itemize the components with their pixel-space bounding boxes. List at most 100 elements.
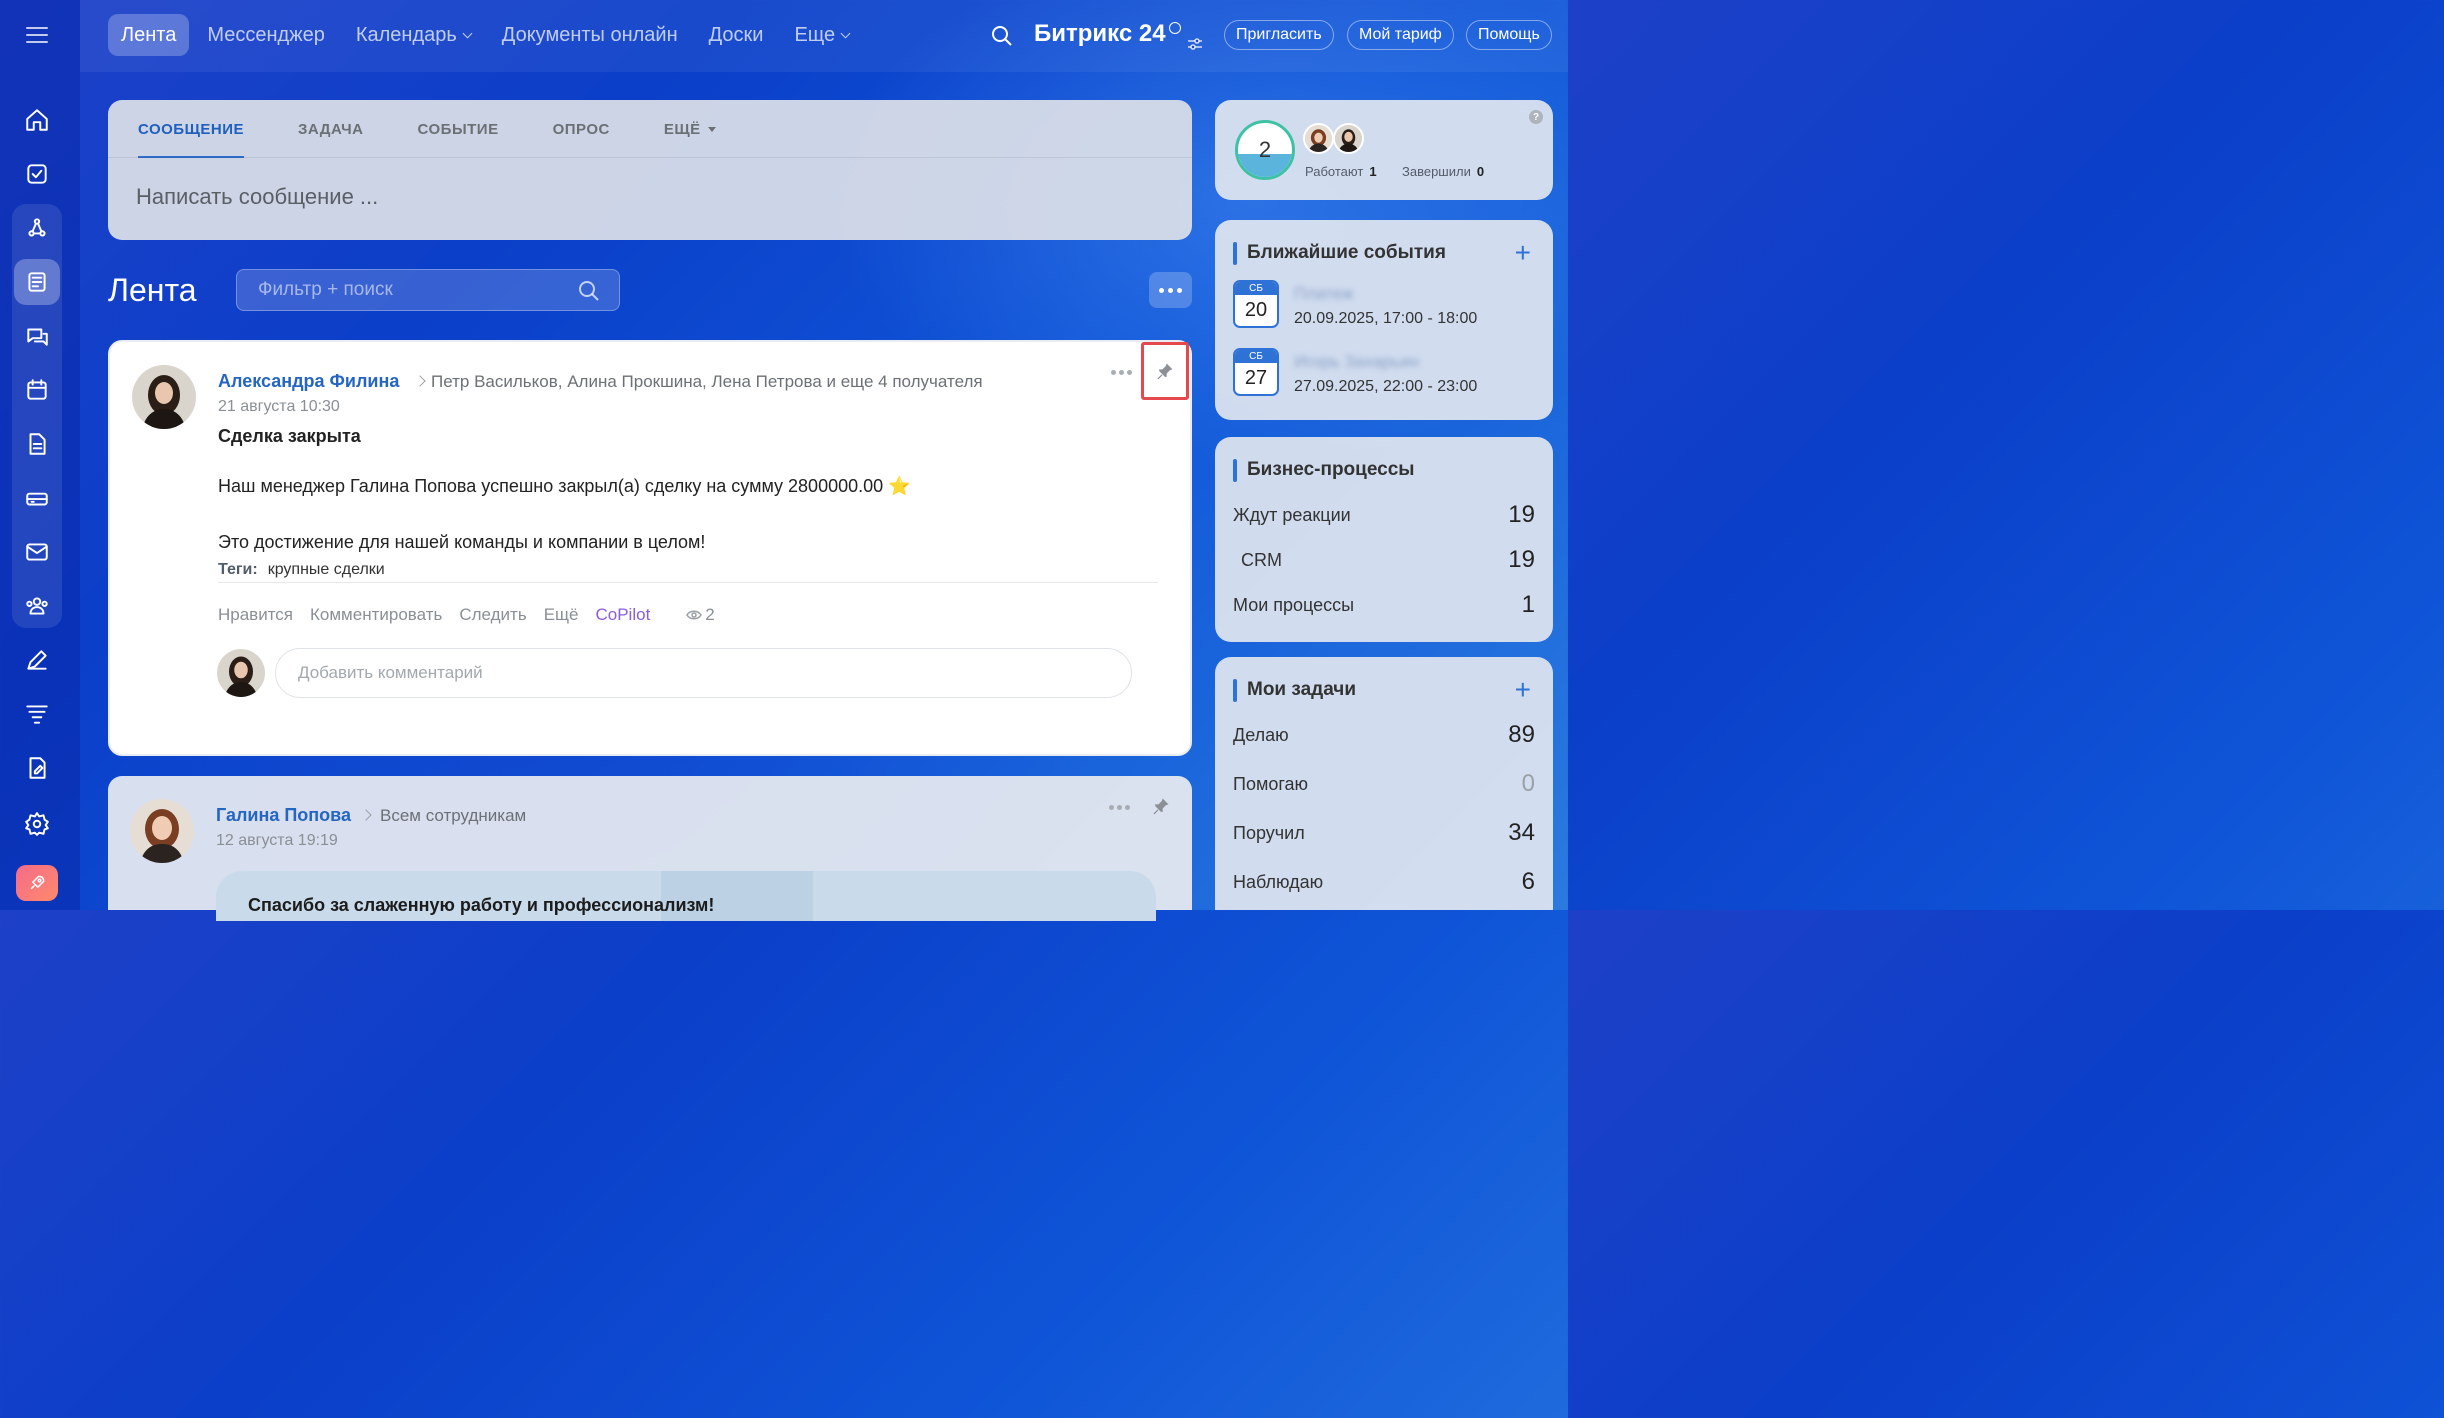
divider (108, 157, 1192, 158)
tags-label: Теги: (218, 561, 258, 578)
upcoming-events-widget: Ближайшие события + СБ 20 Платеж 20.09.2… (1215, 220, 1553, 420)
nav-more[interactable]: Еще (781, 14, 862, 56)
post-date[interactable]: 21 августа 10:30 (218, 398, 340, 416)
bp-row[interactable]: CRM 19 (1241, 546, 1535, 574)
chevron-right-icon (414, 375, 426, 387)
post-composer: СООБЩЕНИЕ ЗАДАЧА СОБЫТИЕ ОПРОС ЕЩЁ Напис… (108, 100, 1192, 240)
avatar[interactable] (1303, 123, 1334, 154)
nav-boards[interactable]: Доски (696, 14, 777, 56)
eye-icon (686, 610, 703, 620)
tab-more[interactable]: ЕЩЁ (664, 100, 716, 158)
mail-icon[interactable] (14, 529, 60, 575)
event-title[interactable]: Игорь Захарьин (1294, 352, 1419, 372)
add-event-button[interactable]: + (1515, 239, 1531, 267)
settings-icon[interactable] (14, 801, 60, 847)
done-count[interactable]: Завершили 0 (1402, 164, 1484, 179)
search-icon[interactable] (990, 24, 1014, 48)
top-bar: Лента Мессенджер Календарь Документы онл… (80, 0, 1568, 72)
brand-logo[interactable]: Битрикс 24 (1034, 20, 1203, 50)
widget-title[interactable]: Ближайшие события (1233, 242, 1446, 265)
working-count[interactable]: Работают 1 (1305, 164, 1377, 179)
filter-search-input[interactable]: Фильтр + поиск (236, 269, 620, 311)
documents-icon[interactable] (14, 421, 60, 467)
menu-toggle-icon[interactable] (26, 24, 48, 46)
post-author[interactable]: Александра Филина (218, 371, 399, 392)
post-recipients[interactable]: Петр Васильков, Алина Прокшина, Лена Пет… (431, 372, 983, 392)
banner-text: Спасибо за слаженную работу и профессион… (248, 895, 715, 915)
nav-documents[interactable]: Документы онлайн (489, 14, 691, 56)
event-title[interactable]: Платеж (1294, 284, 1353, 304)
more-actions-button[interactable]: Ещё (544, 605, 579, 625)
like-button[interactable]: Нравится (218, 605, 293, 625)
main-nav: Лента Мессенджер Календарь Документы онл… (108, 14, 867, 56)
nav-feed[interactable]: Лента (108, 14, 190, 56)
messenger-icon[interactable] (14, 313, 60, 359)
post-recipients[interactable]: Всем сотрудникам (380, 806, 526, 826)
home-icon[interactable] (14, 97, 60, 143)
tasks-icon[interactable] (14, 151, 60, 197)
invite-button[interactable]: Пригласить (1224, 20, 1334, 50)
sign-icon[interactable] (14, 637, 60, 683)
tab-event[interactable]: СОБЫТИЕ (418, 100, 499, 158)
settings-tune-icon[interactable] (1187, 30, 1203, 50)
employees-icon[interactable] (14, 583, 60, 629)
tariff-button[interactable]: Мой тариф (1347, 20, 1454, 50)
comment-input[interactable]: Добавить комментарий (275, 648, 1132, 698)
event-time: 27.09.2025, 22:00 - 23:00 (1294, 378, 1478, 395)
rocket-icon[interactable] (16, 865, 58, 901)
bp-row[interactable]: Ждут реакции 19 (1233, 501, 1535, 529)
task-row[interactable]: Делаю 89 (1233, 721, 1535, 749)
post-author[interactable]: Галина Попова (216, 805, 351, 826)
pin-icon[interactable] (1151, 796, 1171, 821)
tab-task[interactable]: ЗАДАЧА (298, 100, 364, 158)
tab-poll[interactable]: ОПРОС (553, 100, 610, 158)
calendar-date-icon: СБ 27 (1233, 348, 1279, 396)
widget-title[interactable]: Мои задачи (1233, 679, 1356, 702)
task-row[interactable]: Наблюдаю 6 (1233, 868, 1535, 896)
edit-doc-icon[interactable] (14, 745, 60, 791)
post-tags: Теги: крупные сделки (218, 561, 385, 579)
post-banner: Спасибо за слаженную работу и профессион… (216, 871, 1156, 921)
views-count[interactable]: 2 (686, 605, 715, 625)
nav-messenger[interactable]: Мессенджер (194, 14, 337, 56)
copilot-button[interactable]: CoPilot (595, 605, 650, 625)
avatar[interactable] (1333, 123, 1364, 154)
help-button[interactable]: Помощь (1466, 20, 1552, 50)
nav-calendar[interactable]: Календарь (343, 14, 484, 56)
feed-post: Галина Попова Всем сотрудникам 12 август… (108, 776, 1192, 921)
post-menu-button[interactable] (1111, 370, 1132, 375)
calendar-icon[interactable] (14, 367, 60, 413)
tag-link[interactable]: крупные сделки (268, 561, 385, 578)
post-date[interactable]: 12 августа 19:19 (216, 832, 338, 850)
feed-post: Александра Филина Петр Васильков, Алина … (108, 340, 1192, 756)
add-task-button[interactable]: + (1515, 676, 1531, 704)
filter-placeholder: Фильтр + поиск (258, 279, 393, 300)
comment-button[interactable]: Комментировать (310, 605, 442, 625)
avatar[interactable] (132, 365, 196, 429)
status-ring[interactable]: 2 (1235, 120, 1295, 180)
task-row[interactable]: Помогаю 0 (1233, 770, 1535, 798)
bp-row[interactable]: Мои процессы 1 (1233, 591, 1535, 619)
drive-icon[interactable] (14, 475, 60, 521)
help-icon[interactable]: ? (1529, 110, 1543, 124)
chevron-right-icon (360, 809, 372, 821)
tab-message[interactable]: СООБЩЕНИЕ (138, 100, 244, 158)
funnel-icon[interactable] (14, 691, 60, 737)
composer-tabs: СООБЩЕНИЕ ЗАДАЧА СОБЫТИЕ ОПРОС ЕЩЁ (138, 100, 716, 158)
message-input[interactable]: Написать сообщение ... (136, 184, 378, 210)
widget-title[interactable]: Бизнес-процессы (1233, 459, 1415, 482)
avatar (217, 649, 265, 697)
event-time: 20.09.2025, 17:00 - 18:00 (1294, 310, 1478, 327)
avatar[interactable] (130, 799, 194, 863)
post-menu-button[interactable] (1109, 805, 1130, 810)
follow-button[interactable]: Следить (459, 605, 526, 625)
views-number: 2 (705, 605, 715, 624)
feed-more-button[interactable] (1149, 272, 1192, 308)
pin-button[interactable] (1141, 342, 1189, 400)
chevron-down-icon (462, 28, 473, 38)
feed-icon[interactable] (14, 259, 60, 305)
crm-icon[interactable] (14, 205, 60, 251)
post-text: Это достижение для нашей команды и компа… (218, 532, 706, 552)
task-row[interactable]: Поручил 34 (1233, 819, 1535, 847)
business-processes-widget: Бизнес-процессы Ждут реакции 19 CRM 19 Мои… (1215, 437, 1553, 642)
